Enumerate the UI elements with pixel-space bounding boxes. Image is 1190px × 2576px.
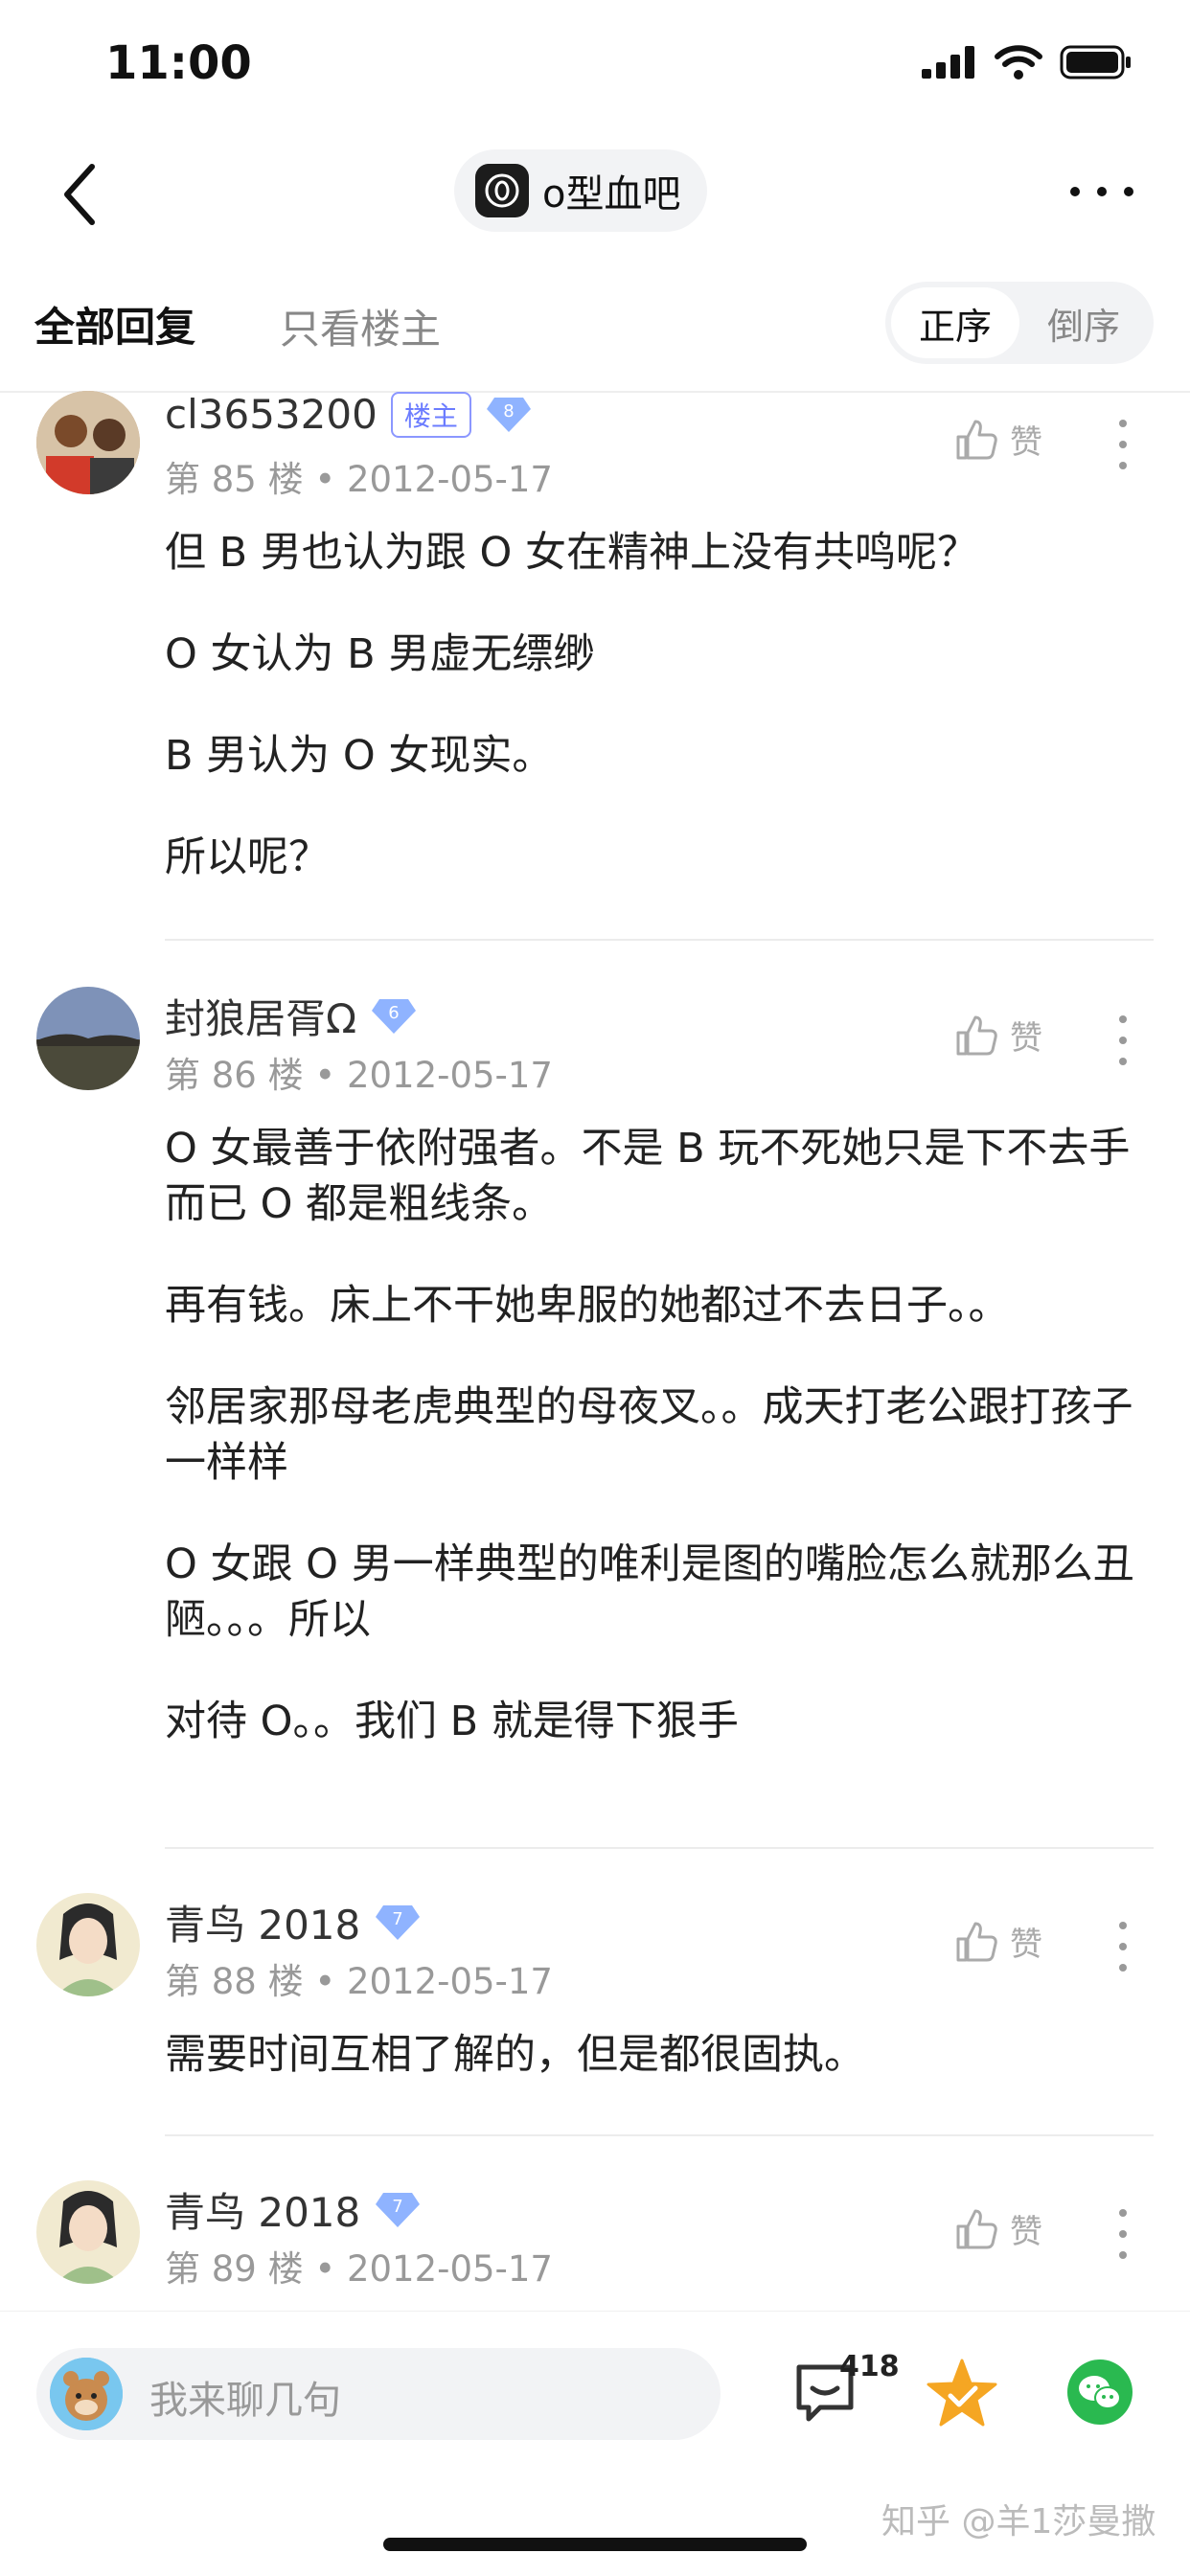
- level-number: 7: [393, 1909, 403, 1929]
- tab-host-only[interactable]: 只看楼主: [280, 297, 441, 355]
- post-paragraph: O 女最善于依附强者。不是 B 玩不死她只是下不去手而已 O 都是粗线条。: [165, 1125, 1131, 1228]
- level-badge-icon: 6: [372, 998, 417, 1034]
- avatar[interactable]: [36, 391, 140, 494]
- home-indicator[interactable]: [383, 2538, 807, 2551]
- thumbs-up-icon: [956, 420, 997, 459]
- post-content: O 女最善于依附强者。不是 B 玩不死她只是下不去手而已 O 都是粗线条。 再有…: [165, 1121, 1152, 1795]
- post-meta: 第 86 楼 • 2012-05-17: [165, 1055, 553, 1096]
- username[interactable]: 青鸟 2018: [165, 1893, 360, 1951]
- divider: [165, 1847, 1154, 1849]
- sort-toggle: 正序 倒序: [885, 282, 1154, 364]
- like-label: 赞: [1010, 1019, 1042, 1058]
- level-number: 8: [503, 401, 514, 422]
- bottom-bar: 我来聊几句 418 知乎 @羊1莎曼撒: [0, 2311, 1190, 2576]
- username-row: 青鸟 2018 7: [165, 2180, 422, 2239]
- divider: [165, 2134, 1154, 2136]
- forum-title-pill[interactable]: o型血吧: [454, 149, 708, 232]
- sort-descending-button[interactable]: 倒序: [1019, 287, 1148, 358]
- sort-ascending-button[interactable]: 正序: [891, 287, 1019, 358]
- battery-icon: [1060, 45, 1131, 80]
- signal-icon: [922, 46, 974, 79]
- like-label: 赞: [1010, 1926, 1042, 1964]
- reply-post: cl3653200 楼主 8 第 85 楼 • 2012-05-17 赞 但 B…: [0, 391, 1190, 942]
- level-badge-icon: 8: [486, 397, 531, 432]
- reply-tabs: 全部回复 只看楼主 正序 倒序: [0, 276, 1190, 393]
- level-number: 6: [388, 1003, 399, 1023]
- wechat-share-icon[interactable]: [1067, 2359, 1133, 2425]
- like-label: 赞: [1010, 423, 1042, 462]
- like-button[interactable]: 赞: [954, 1918, 1042, 1965]
- username[interactable]: 封狼居胥Ω: [165, 987, 356, 1045]
- post-meta: 第 89 楼 • 2012-05-17: [165, 2248, 553, 2290]
- username-row: 封狼居胥Ω 6: [165, 987, 418, 1045]
- wifi-icon: [995, 45, 1042, 80]
- forum-name: o型血吧: [542, 172, 681, 217]
- reply-post: 青鸟 2018 7 第 89 楼 • 2012-05-17 赞: [0, 2180, 1190, 2305]
- post-paragraph: O 女认为 B 男虚无缥缈: [165, 630, 595, 678]
- post-paragraph: 所以呢？: [165, 833, 330, 881]
- reply-input[interactable]: 我来聊几句: [36, 2348, 721, 2440]
- post-paragraph: 但 B 男也认为跟 O 女在精神上没有共鸣呢？: [165, 529, 979, 577]
- post-more-icon[interactable]: [1113, 1014, 1133, 1067]
- avatar[interactable]: [36, 1893, 140, 1996]
- avatar[interactable]: [36, 2180, 140, 2284]
- level-number: 7: [393, 2197, 403, 2217]
- thumbs-up-icon: [956, 1015, 997, 1055]
- post-paragraph: 需要时间互相了解的，但是都很固执。: [165, 2031, 865, 2079]
- username[interactable]: 青鸟 2018: [165, 2180, 360, 2239]
- tab-all-replies[interactable]: 全部回复: [34, 295, 195, 353]
- status-icons: [922, 44, 1133, 80]
- post-more-icon[interactable]: [1113, 1920, 1133, 1973]
- reply-post: 青鸟 2018 7 第 88 楼 • 2012-05-17 赞 需要时间互相了解…: [0, 1893, 1190, 2138]
- post-paragraph: O 女跟 O 男一样典型的唯利是图的嘴脸怎么就那么丑陋。。。所以: [165, 1540, 1134, 1644]
- post-more-icon[interactable]: [1113, 2207, 1133, 2261]
- post-content: 但 B 男也认为跟 O 女在精神上没有共鸣呢？ O 女认为 B 男虚无缥缈 B …: [165, 525, 1152, 931]
- like-button[interactable]: 赞: [954, 1012, 1042, 1059]
- post-meta: 第 88 楼 • 2012-05-17: [165, 1961, 553, 2002]
- post-paragraph: 邻居家那母老虎典型的母夜叉。。成天打老公跟打孩子一样样: [165, 1383, 1133, 1487]
- post-content: 需要时间互相了解的，但是都很固执。: [165, 2027, 1152, 2129]
- divider: [165, 939, 1154, 941]
- nav-bar: o型血吧: [0, 144, 1190, 239]
- host-badge: 楼主: [390, 391, 471, 438]
- like-button[interactable]: 赞: [954, 416, 1042, 463]
- thumbs-up-icon: [956, 1922, 997, 1961]
- username-row: cl3653200 楼主 8: [165, 391, 533, 438]
- level-badge-icon: 7: [376, 1904, 421, 1940]
- level-badge-icon: 7: [376, 2192, 421, 2227]
- post-paragraph: 对待 O。。我们 B 就是得下狠手: [165, 1698, 739, 1745]
- avatar[interactable]: [36, 987, 140, 1090]
- username-row: 青鸟 2018 7: [165, 1893, 422, 1951]
- forum-logo: [475, 164, 529, 217]
- more-icon[interactable]: [1064, 172, 1140, 211]
- post-meta: 第 85 楼 • 2012-05-17: [165, 459, 553, 500]
- status-time: 11:00: [105, 36, 252, 90]
- like-button[interactable]: 赞: [954, 2205, 1042, 2252]
- back-icon[interactable]: [54, 161, 111, 228]
- post-paragraph: B 男认为 O 女现实。: [165, 732, 554, 780]
- reply-input-placeholder: 我来聊几句: [149, 2379, 341, 2423]
- reply-count: 418: [839, 2350, 900, 2383]
- status-bar: 11:00: [0, 0, 1190, 134]
- post-paragraph: 再有钱。床上不干她卑服的她都过不去日子。。: [165, 1282, 1010, 1330]
- favorite-star-icon[interactable]: [926, 2358, 998, 2428]
- watermark-text: 知乎 @羊1莎曼撒: [881, 2502, 1156, 2542]
- user-avatar-icon: [50, 2358, 123, 2430]
- reply-post: 封狼居胥Ω 6 第 86 楼 • 2012-05-17 赞 O 女最善于依附强者…: [0, 987, 1190, 1849]
- username[interactable]: cl3653200: [165, 391, 378, 438]
- thumbs-up-icon: [956, 2209, 997, 2248]
- like-label: 赞: [1010, 2213, 1042, 2251]
- post-more-icon[interactable]: [1113, 418, 1133, 471]
